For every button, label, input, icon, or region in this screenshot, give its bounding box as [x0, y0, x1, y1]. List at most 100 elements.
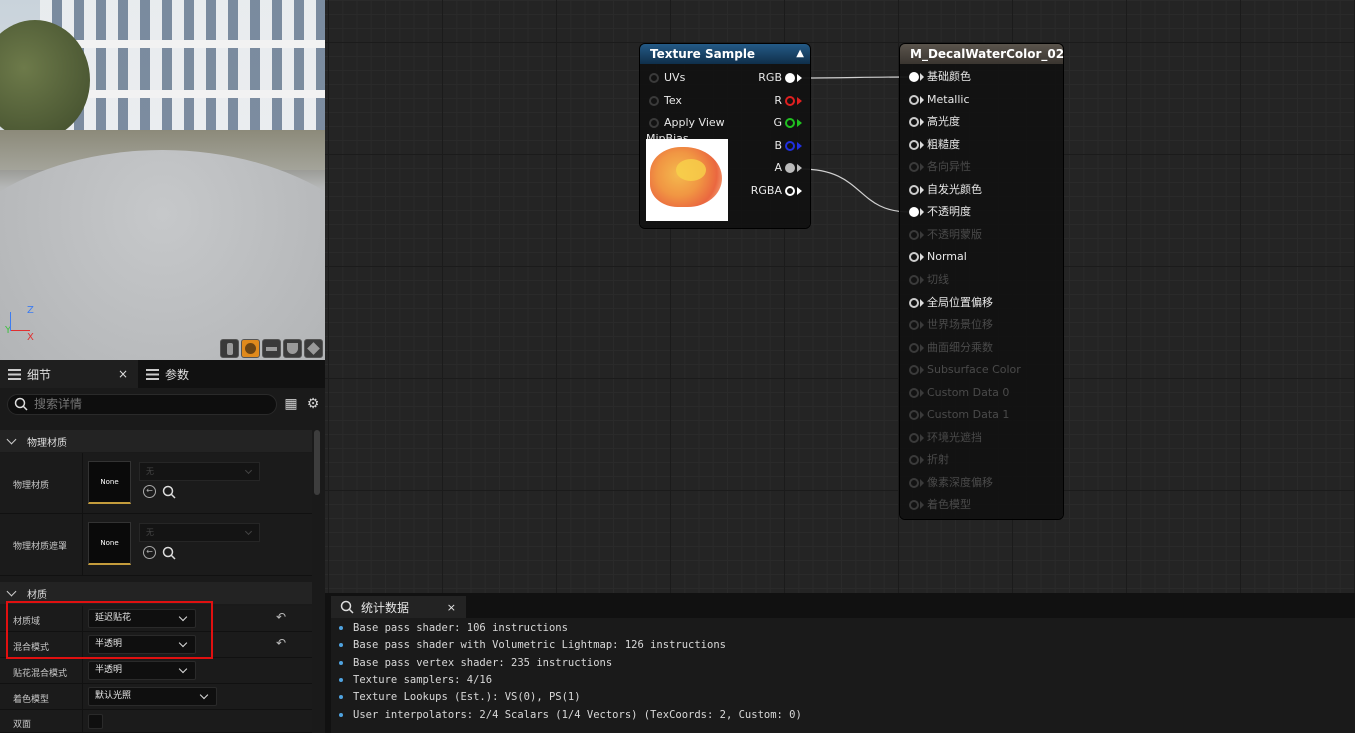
tab-stats[interactable]: 统计数据 ×	[331, 596, 466, 618]
asset-picker-combo[interactable]: 无	[139, 462, 260, 481]
material-preview-viewport[interactable]: Z Y X	[0, 0, 325, 360]
input-pin-icon[interactable]	[909, 162, 919, 173]
material-input-pin[interactable]: 曲面细分乘数	[908, 340, 1058, 356]
input-pin-icon[interactable]	[909, 117, 919, 128]
input-pin-icon[interactable]	[909, 274, 919, 285]
texture-output-pin[interactable]: A	[744, 160, 804, 176]
cylinder-icon[interactable]	[220, 339, 239, 358]
material-input-pin[interactable]: 着色模型	[908, 497, 1058, 513]
texture-sample-node[interactable]: Texture Sample ▲ UVsTexApply View MipBia…	[640, 44, 810, 228]
material-input-pin[interactable]: 环境光遮挡	[908, 430, 1058, 446]
browse-search-icon[interactable]	[162, 485, 176, 499]
output-pin-icon[interactable]	[785, 118, 795, 129]
shading-model-combo[interactable]: 默认光照	[88, 687, 217, 706]
material-input-pin[interactable]: 全局位置偏移	[908, 295, 1058, 311]
input-pin-icon[interactable]	[649, 118, 659, 128]
material-input-pin[interactable]: 各向异性	[908, 159, 1058, 175]
section-physical-material[interactable]: 物理材质	[0, 430, 312, 452]
material-input-pin[interactable]: Metallic	[908, 92, 1058, 108]
material-input-pin[interactable]: 粗糙度	[908, 137, 1058, 153]
details-search-box[interactable]	[7, 393, 277, 415]
input-pin-icon[interactable]	[909, 94, 919, 105]
pin-label: 切线	[927, 272, 949, 286]
material-result-title: M_DecalWaterColor_02	[910, 47, 1065, 61]
input-pin-icon[interactable]	[909, 477, 919, 488]
collapse-icon[interactable]: ▲	[796, 44, 804, 64]
texture-output-pin[interactable]: B	[744, 138, 804, 154]
use-selected-icon[interactable]: ←	[143, 485, 156, 498]
gear-icon[interactable]: ⚙	[305, 396, 321, 412]
input-pin-icon[interactable]	[909, 184, 919, 195]
input-pin-icon[interactable]	[909, 207, 919, 218]
asset-picker-combo[interactable]: 无	[139, 523, 260, 542]
material-input-pin[interactable]: 不透明度	[908, 204, 1058, 220]
table-view-icon[interactable]: ▦	[283, 396, 299, 412]
material-result-node[interactable]: M_DecalWaterColor_02 基础颜色 Metallic 高光度粗糙度各…	[900, 44, 1065, 519]
material-input-pin[interactable]: 不透明蒙版	[908, 227, 1058, 243]
input-pin-icon[interactable]	[909, 365, 919, 376]
input-pin-icon[interactable]	[909, 500, 919, 511]
pin-label: Normal	[927, 250, 967, 264]
material-input-pin[interactable]: Custom Data 0	[908, 385, 1058, 401]
tab-parameters[interactable]: 参数	[138, 360, 197, 388]
output-pin-icon[interactable]	[785, 73, 795, 83]
texture-output-pin[interactable]: RGBA	[744, 183, 804, 199]
material-input-pin[interactable]: Custom Data 1	[908, 407, 1058, 423]
output-pin-icon[interactable]	[785, 186, 795, 196]
input-pin-icon[interactable]	[909, 387, 919, 398]
input-pin-icon[interactable]	[909, 455, 919, 466]
material-input-pin[interactable]: Subsurface Color	[908, 362, 1058, 378]
details-scrollbar[interactable]	[314, 430, 320, 495]
input-pin-icon[interactable]	[649, 95, 659, 106]
chevron-down-icon	[244, 466, 253, 475]
details-search-input[interactable]	[34, 397, 254, 411]
texture-output-pin[interactable]: RGB	[744, 70, 804, 86]
decal-blend-mode-combo[interactable]: 半透明	[88, 661, 196, 680]
input-pin-icon[interactable]	[909, 139, 919, 150]
input-pin-icon[interactable]	[909, 320, 919, 331]
material-input-pin[interactable]: 世界场景位移	[908, 317, 1058, 333]
material-input-pin[interactable]: 自发光颜色	[908, 182, 1058, 198]
material-graph-canvas[interactable]: Texture Sample ▲ UVsTexApply View MipBia…	[325, 0, 1355, 593]
texture-output-pin[interactable]: G	[744, 115, 804, 131]
input-pin-icon[interactable]	[909, 72, 919, 82]
use-selected-icon[interactable]: ←	[143, 546, 156, 559]
input-pin-icon[interactable]	[909, 229, 919, 240]
asset-thumbnail[interactable]: None	[88, 522, 131, 565]
tab-details[interactable]: 细节 ×	[0, 360, 138, 388]
material-input-pin[interactable]: 像素深度偏移	[908, 475, 1058, 491]
output-pin-icon[interactable]	[785, 140, 795, 151]
texture-output-pin[interactable]: R	[744, 93, 804, 109]
shield-icon[interactable]	[283, 339, 302, 358]
close-icon[interactable]: ×	[118, 367, 128, 381]
close-icon[interactable]: ×	[447, 601, 456, 614]
material-input-pin[interactable]: 高光度	[908, 114, 1058, 130]
material-result-header[interactable]: M_DecalWaterColor_02	[900, 44, 1065, 64]
material-input-pin[interactable]: Normal	[908, 249, 1058, 265]
two-sided-checkbox[interactable]	[88, 714, 103, 729]
output-pin-icon[interactable]	[785, 95, 795, 106]
reset-to-default-icon[interactable]: ↶	[276, 636, 286, 650]
pin-label: 粗糙度	[927, 137, 960, 151]
asset-thumbnail[interactable]: None	[88, 461, 131, 504]
property-label: 着色模型	[13, 695, 50, 705]
stat-line: Texture samplers: 4/16	[339, 674, 492, 686]
input-pin-icon[interactable]	[909, 410, 919, 421]
output-pin-icon[interactable]	[785, 163, 795, 174]
reset-to-default-icon[interactable]: ↶	[276, 610, 286, 624]
input-pin-icon[interactable]	[909, 342, 919, 353]
texture-sample-header[interactable]: Texture Sample ▲	[640, 44, 810, 64]
material-input-pin[interactable]: 折射	[908, 452, 1058, 468]
input-pin-icon[interactable]	[909, 297, 919, 308]
cube-icon[interactable]	[304, 339, 323, 358]
input-pin-icon[interactable]	[909, 432, 919, 443]
material-input-pin[interactable]: 切线	[908, 272, 1058, 288]
axis-z-line	[10, 312, 11, 331]
material-input-pin[interactable]: 基础颜色	[908, 69, 1058, 85]
property-row-shading-model: 着色模型 默认光照	[0, 684, 312, 710]
browse-search-icon[interactable]	[162, 546, 176, 560]
input-pin-icon[interactable]	[909, 252, 919, 263]
input-pin-icon[interactable]	[649, 73, 659, 83]
plane-icon[interactable]	[262, 339, 281, 358]
sphere-icon[interactable]	[241, 339, 260, 358]
